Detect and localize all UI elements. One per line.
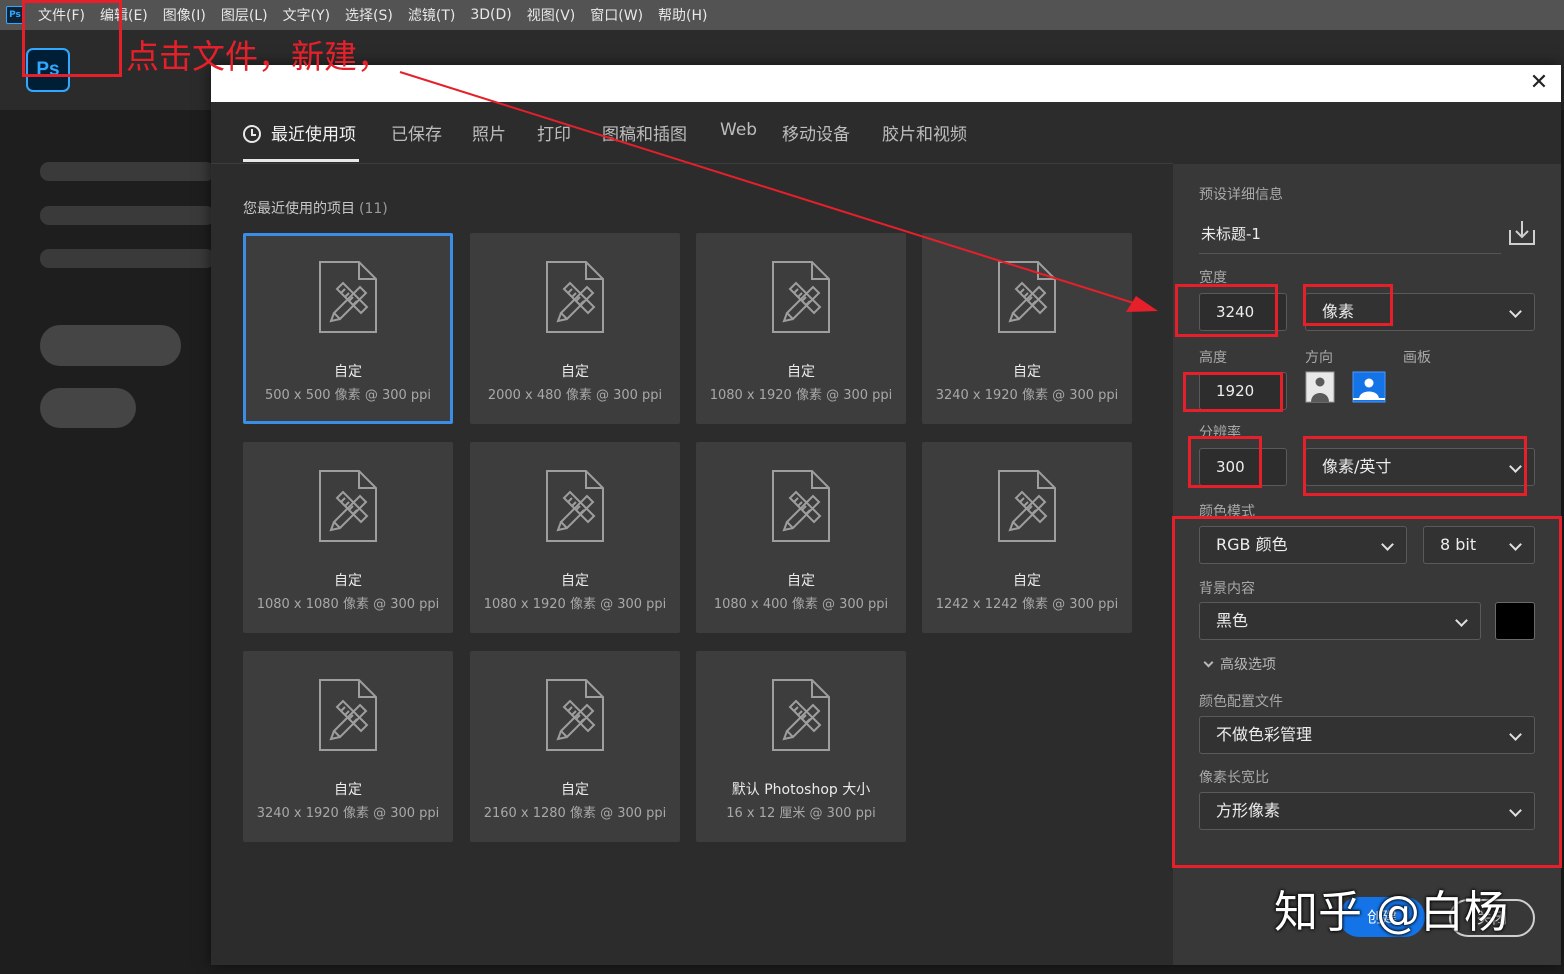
preset-card[interactable]: 默认 Photoshop 大小 16 x 12 厘米 @ 300 ppi xyxy=(696,651,906,842)
preset-name: 默认 Photoshop 大小 xyxy=(731,782,871,798)
orientation-label: 方向 xyxy=(1305,350,1333,366)
preset-card[interactable]: 自定 500 x 500 像素 @ 300 ppi xyxy=(243,233,453,424)
annotation-highlight-box xyxy=(1172,516,1562,868)
save-preset-icon[interactable] xyxy=(1507,218,1537,248)
preset-card[interactable]: 自定 1080 x 1080 像素 @ 300 ppi xyxy=(243,442,453,633)
tab-photo[interactable]: 照片 xyxy=(472,120,506,145)
preset-name: 自定 xyxy=(334,364,362,380)
menu-view[interactable]: 视图(V) xyxy=(527,5,576,25)
preset-card[interactable]: 自定 2000 x 480 像素 @ 300 ppi xyxy=(470,233,680,424)
preset-name: 自定 xyxy=(334,573,362,589)
preset-card[interactable]: 自定 1080 x 400 像素 @ 300 ppi xyxy=(696,442,906,633)
annotation-highlight-box xyxy=(1175,284,1278,337)
preset-size: 2000 x 480 像素 @ 300 ppi xyxy=(487,388,663,403)
tab-saved[interactable]: 已保存 xyxy=(391,120,442,145)
preset-size: 3240 x 1920 像素 @ 300 ppi xyxy=(935,388,1119,403)
preset-name: 自定 xyxy=(334,782,362,798)
annotation-instruction: 点击文件，新建， xyxy=(126,37,390,76)
document-preset-icon xyxy=(319,679,377,755)
document-name-input[interactable]: 未标题-1 xyxy=(1199,222,1501,254)
menu-image[interactable]: 图像(I) xyxy=(163,5,206,25)
tab-art-illustration[interactable]: 图稿和插图 xyxy=(602,120,687,145)
menu-filter[interactable]: 滤镜(T) xyxy=(408,5,455,25)
preset-size: 16 x 12 厘米 @ 300 ppi xyxy=(726,806,876,821)
preset-name: 自定 xyxy=(1013,573,1041,589)
annotation-highlight-box xyxy=(1183,372,1283,412)
preset-card[interactable]: 自定 3240 x 1920 像素 @ 300 ppi xyxy=(243,651,453,842)
recent-items-count: (11) xyxy=(359,201,388,217)
document-preset-icon xyxy=(546,470,604,546)
document-preset-icon xyxy=(546,679,604,755)
tab-recent[interactable]: 最近使用项 xyxy=(243,120,356,145)
home-placeholder-bar xyxy=(40,162,215,181)
preset-size: 1242 x 1242 像素 @ 300 ppi xyxy=(935,597,1119,612)
annotation-highlight-box xyxy=(1303,284,1393,326)
annotation-highlight-box xyxy=(1303,436,1527,496)
preset-name: 自定 xyxy=(787,364,815,380)
preset-size: 500 x 500 像素 @ 300 ppi xyxy=(264,388,432,403)
tab-mobile[interactable]: 移动设备 xyxy=(782,120,850,145)
preset-size: 1080 x 400 像素 @ 300 ppi xyxy=(713,597,889,612)
menu-help[interactable]: 帮助(H) xyxy=(658,5,707,25)
recent-items-title: 您最近使用的项目 (11) xyxy=(243,201,388,217)
tab-film-video[interactable]: 胶片和视频 xyxy=(882,120,967,145)
menu-select[interactable]: 选择(S) xyxy=(345,5,393,25)
preset-name: 自定 xyxy=(561,782,589,798)
document-preset-icon xyxy=(998,261,1056,337)
document-preset-icon xyxy=(546,261,604,337)
preset-details-title: 预设详细信息 xyxy=(1199,187,1283,203)
preset-card[interactable]: 自定 3240 x 1920 像素 @ 300 ppi xyxy=(922,233,1132,424)
menu-3d[interactable]: 3D(D) xyxy=(470,7,511,23)
preset-size: 2160 x 1280 像素 @ 300 ppi xyxy=(483,806,667,821)
home-placeholder-button xyxy=(40,325,181,366)
document-preset-icon xyxy=(319,470,377,546)
document-preset-icon xyxy=(772,679,830,755)
menu-window[interactable]: 窗口(W) xyxy=(590,5,643,25)
portrait-orientation-icon[interactable] xyxy=(1305,371,1335,403)
document-preset-icon xyxy=(998,470,1056,546)
preset-tabs: 最近使用项 已保存 照片 打印 图稿和插图 Web 移动设备 胶片和视频 xyxy=(211,102,1173,164)
preset-card[interactable]: 自定 2160 x 1280 像素 @ 300 ppi xyxy=(470,651,680,842)
preset-card[interactable]: 自定 1242 x 1242 像素 @ 300 ppi xyxy=(922,442,1132,633)
preset-name: 自定 xyxy=(561,573,589,589)
preset-size: 1080 x 1080 像素 @ 300 ppi xyxy=(256,597,440,612)
landscape-orientation-icon[interactable] xyxy=(1352,371,1386,403)
preset-name: 自定 xyxy=(787,573,815,589)
preset-name: 自定 xyxy=(1013,364,1041,380)
menu-layer[interactable]: 图层(L) xyxy=(221,5,268,25)
clock-icon xyxy=(243,125,261,143)
tab-print[interactable]: 打印 xyxy=(537,120,571,145)
preset-card[interactable]: 自定 1080 x 1920 像素 @ 300 ppi xyxy=(696,233,906,424)
active-tab-indicator xyxy=(243,159,359,162)
document-preset-icon xyxy=(772,261,830,337)
menu-type[interactable]: 文字(Y) xyxy=(283,5,330,25)
close-button[interactable]: 关闭 xyxy=(1449,899,1535,937)
annotation-highlight-box xyxy=(22,0,122,77)
dialog-title-bar: ✕ xyxy=(211,65,1561,102)
document-preset-icon xyxy=(319,261,377,337)
home-placeholder-button xyxy=(40,388,136,428)
preset-card[interactable]: 自定 1080 x 1920 像素 @ 300 ppi xyxy=(470,442,680,633)
height-label: 高度 xyxy=(1199,350,1227,366)
preset-name: 自定 xyxy=(561,364,589,380)
preset-size: 3240 x 1920 像素 @ 300 ppi xyxy=(256,806,440,821)
preset-size: 1080 x 1920 像素 @ 300 ppi xyxy=(483,597,667,612)
tab-label: 最近使用项 xyxy=(271,125,356,145)
close-icon[interactable]: ✕ xyxy=(1527,71,1551,95)
annotation-highlight-box xyxy=(1188,436,1262,488)
chevron-down-icon xyxy=(1509,305,1522,318)
home-placeholder-bar xyxy=(40,206,215,225)
menu-bar: Ps 文件(F) 编辑(E) 图像(I) 图层(L) 文字(Y) 选择(S) 滤… xyxy=(0,0,1564,30)
artboard-label: 画板 xyxy=(1403,350,1431,366)
tab-web[interactable]: Web xyxy=(720,120,757,140)
create-button[interactable]: 创建 xyxy=(1339,897,1425,937)
document-preset-icon xyxy=(772,470,830,546)
home-placeholder-bar xyxy=(40,249,215,268)
preset-size: 1080 x 1920 像素 @ 300 ppi xyxy=(709,388,893,403)
